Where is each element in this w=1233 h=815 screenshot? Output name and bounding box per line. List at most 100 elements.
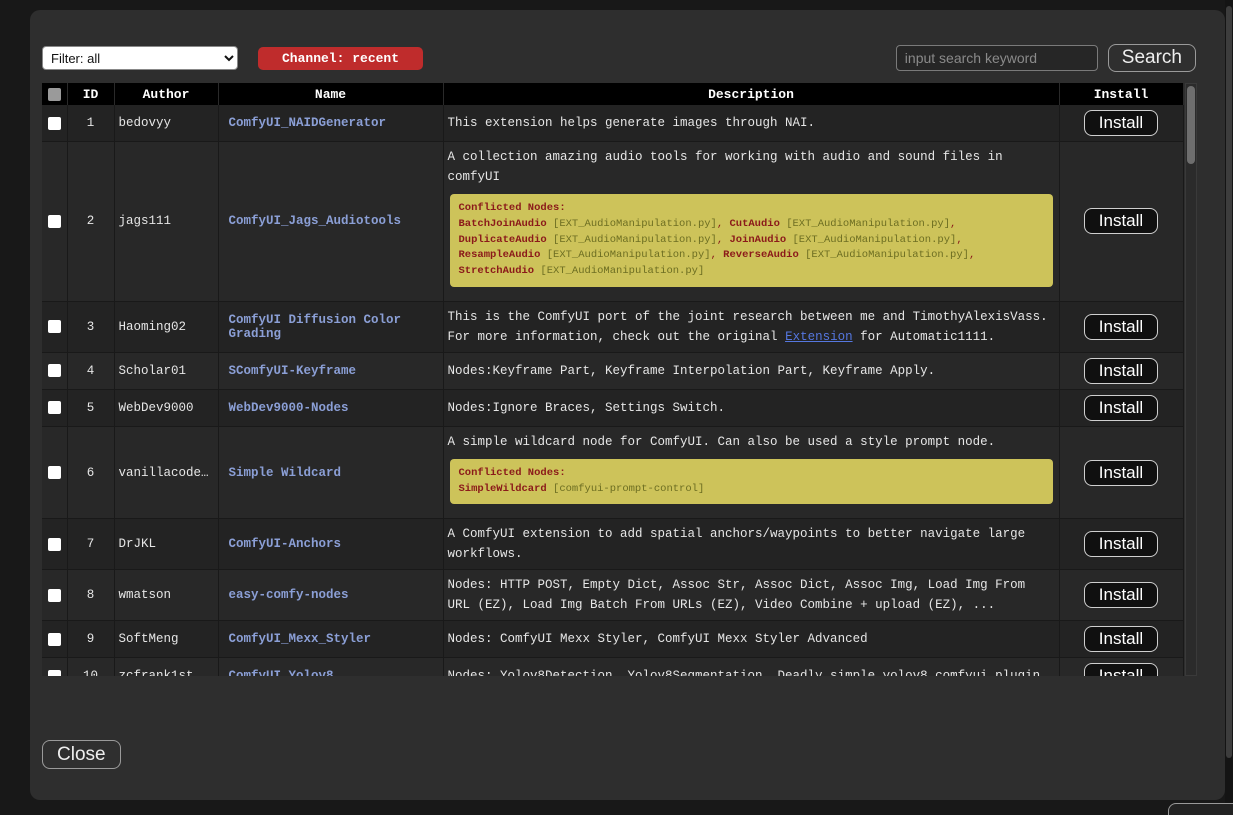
conflict-node-source: [EXT_AudioManipulation.py] bbox=[547, 218, 717, 230]
header-install: Install bbox=[1059, 83, 1183, 105]
row-checkbox[interactable] bbox=[48, 117, 61, 130]
table-row: 4Scholar01SComfyUI-KeyframeNodes:Keyfram… bbox=[42, 352, 1183, 389]
description-link[interactable]: Extension bbox=[785, 330, 853, 344]
row-id: 7 bbox=[67, 519, 114, 570]
row-description: Nodes:Ignore Braces, Settings Switch. bbox=[448, 398, 1055, 418]
row-checkbox[interactable] bbox=[48, 215, 61, 228]
channel-badge: Channel: recent bbox=[258, 47, 423, 70]
install-button[interactable]: Install bbox=[1084, 395, 1158, 421]
row-description-cell: A simple wildcard node for ComfyUI. Can … bbox=[443, 426, 1059, 519]
row-description-cell: This extension helps generate images thr… bbox=[443, 105, 1059, 142]
page-scrollbar-thumb[interactable] bbox=[1226, 6, 1232, 758]
table-scrollbar[interactable] bbox=[1185, 83, 1197, 676]
search-button[interactable]: Search bbox=[1108, 44, 1196, 72]
install-button[interactable]: Install bbox=[1084, 208, 1158, 234]
select-all-checkbox[interactable] bbox=[48, 88, 61, 101]
conflict-node-name: ResampleAudio bbox=[459, 249, 541, 261]
install-button[interactable]: Install bbox=[1084, 314, 1158, 340]
row-author: SoftMeng bbox=[114, 621, 218, 658]
row-author: DrJKL bbox=[114, 519, 218, 570]
table-body: 1bedovyyComfyUI_NAIDGeneratorThis extens… bbox=[42, 105, 1183, 676]
row-install-cell: Install bbox=[1059, 621, 1183, 658]
row-checkbox[interactable] bbox=[48, 320, 61, 333]
conflicted-nodes-box: Conflicted Nodes:SimpleWildcard [comfyui… bbox=[450, 459, 1053, 505]
table-row: 2jags111ComfyUI_Jags_AudiotoolsA collect… bbox=[42, 142, 1183, 302]
row-select-cell bbox=[42, 301, 67, 352]
row-checkbox[interactable] bbox=[48, 466, 61, 479]
install-button[interactable]: Install bbox=[1084, 110, 1158, 136]
row-install-cell: Install bbox=[1059, 142, 1183, 302]
conflict-node-name: ReverseAudio bbox=[723, 249, 799, 261]
row-description-cell: A ComfyUI extension to add spatial ancho… bbox=[443, 519, 1059, 570]
row-select-cell bbox=[42, 352, 67, 389]
row-checkbox[interactable] bbox=[48, 589, 61, 602]
row-install-cell: Install bbox=[1059, 658, 1183, 676]
row-description: This extension helps generate images thr… bbox=[448, 113, 1055, 133]
row-name-cell: WebDev9000-Nodes bbox=[218, 389, 443, 426]
extension-name-link[interactable]: ComfyUI_Jags_Audiotools bbox=[229, 214, 402, 228]
custom-nodes-table-area: ID Author Name Description Install 1bedo… bbox=[42, 83, 1197, 676]
extension-name-link[interactable]: ComfyUI Diffusion Color Grading bbox=[229, 313, 402, 341]
row-description-cell: Nodes: Yolov8Detection, Yolov8Segmentati… bbox=[443, 658, 1059, 676]
row-id: 4 bbox=[67, 352, 114, 389]
conflict-node-source: [EXT_AudioManipulation.py] bbox=[534, 265, 704, 277]
row-id: 1 bbox=[67, 105, 114, 142]
row-name-cell: Simple Wildcard bbox=[218, 426, 443, 519]
table-row: 1bedovyyComfyUI_NAIDGeneratorThis extens… bbox=[42, 105, 1183, 142]
row-checkbox[interactable] bbox=[48, 401, 61, 414]
conflicted-nodes-title: Conflicted Nodes: bbox=[459, 466, 1044, 482]
conflict-node-source: [EXT_AudioManipulation.py] bbox=[540, 249, 710, 261]
row-author: jags111 bbox=[114, 142, 218, 302]
extension-name-link[interactable]: ComfyUI_NAIDGenerator bbox=[229, 116, 387, 130]
row-checkbox[interactable] bbox=[48, 538, 61, 551]
toolbar: Filter: all Channel: recent Search bbox=[42, 44, 1212, 72]
row-id: 10 bbox=[67, 658, 114, 676]
row-description: Nodes:Keyframe Part, Keyframe Interpolat… bbox=[448, 361, 1055, 381]
page-scrollbar[interactable] bbox=[1225, 0, 1233, 815]
row-checkbox[interactable] bbox=[48, 633, 61, 646]
extension-name-link[interactable]: WebDev9000-Nodes bbox=[229, 401, 349, 415]
row-install-cell: Install bbox=[1059, 389, 1183, 426]
row-description: A collection amazing audio tools for wor… bbox=[448, 147, 1055, 187]
conflicted-nodes-title: Conflicted Nodes: bbox=[459, 201, 1044, 217]
extension-name-link[interactable]: ComfyUI-Anchors bbox=[229, 537, 342, 551]
search-input[interactable] bbox=[896, 45, 1098, 71]
extension-name-link[interactable]: SComfyUI-Keyframe bbox=[229, 364, 357, 378]
filter-select[interactable]: Filter: all bbox=[42, 46, 238, 70]
install-button[interactable]: Install bbox=[1084, 358, 1158, 384]
row-install-cell: Install bbox=[1059, 570, 1183, 621]
row-id: 8 bbox=[67, 570, 114, 621]
row-select-cell bbox=[42, 105, 67, 142]
header-id: ID bbox=[67, 83, 114, 105]
conflict-node-source: [EXT_AudioManipulation.py] bbox=[786, 234, 956, 246]
extension-name-link[interactable]: Simple Wildcard bbox=[229, 466, 342, 480]
table-row: 10zcfrank1st ComfyUI Yolov8 Nodes: Yolov8D… bbox=[42, 658, 1183, 676]
install-button[interactable]: Install bbox=[1084, 531, 1158, 557]
row-name-cell: ComfyUI_NAIDGenerator bbox=[218, 105, 443, 142]
extension-name-link[interactable]: ComfyUI_Mexx_Styler bbox=[229, 632, 372, 646]
row-name-cell: easy-comfy-nodes bbox=[218, 570, 443, 621]
header-description: Description bbox=[443, 83, 1059, 105]
row-author: zcfrank1st bbox=[114, 658, 218, 676]
row-description: This is the ComfyUI port of the joint re… bbox=[448, 307, 1055, 347]
row-name-cell: ComfyUI Diffusion Color Grading bbox=[218, 301, 443, 352]
row-author: vanillacode… bbox=[114, 426, 218, 519]
table-scrollbar-thumb[interactable] bbox=[1187, 86, 1195, 164]
row-install-cell: Install bbox=[1059, 301, 1183, 352]
extension-name-link[interactable]: easy-comfy-nodes bbox=[229, 588, 349, 602]
table-row: 6vanillacode…Simple WildcardA simple wil… bbox=[42, 426, 1183, 519]
row-install-cell: Install bbox=[1059, 352, 1183, 389]
install-button[interactable]: Install bbox=[1084, 582, 1158, 608]
extension-name-link[interactable]: ComfyUI Yolov8 bbox=[229, 669, 334, 676]
row-checkbox[interactable] bbox=[48, 364, 61, 377]
close-button[interactable]: Close bbox=[42, 740, 121, 769]
row-name-cell: ComfyUI Yolov8 bbox=[218, 658, 443, 676]
row-checkbox[interactable] bbox=[48, 670, 61, 676]
row-description-cell: Nodes: HTTP POST, Empty Dict, Assoc Str,… bbox=[443, 570, 1059, 621]
row-description: Nodes: ComfyUI Mexx Styler, ComfyUI Mexx… bbox=[448, 629, 1055, 649]
install-button[interactable]: Install bbox=[1084, 663, 1158, 676]
conflict-node-name: StretchAudio bbox=[459, 265, 535, 277]
row-description-cell: Nodes:Ignore Braces, Settings Switch. bbox=[443, 389, 1059, 426]
install-button[interactable]: Install bbox=[1084, 626, 1158, 652]
install-button[interactable]: Install bbox=[1084, 460, 1158, 486]
